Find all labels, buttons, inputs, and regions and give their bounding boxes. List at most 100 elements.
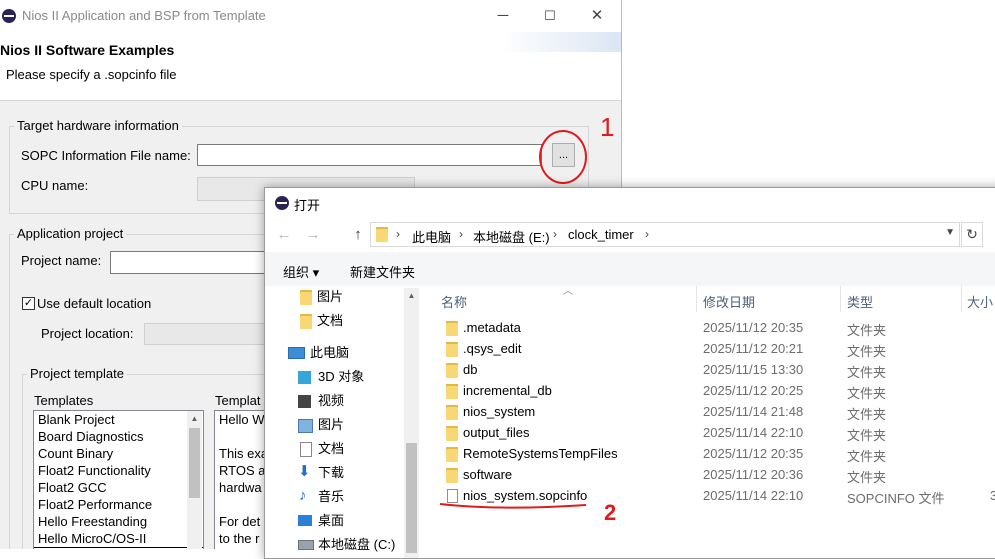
minimize-button[interactable]: ─ [480,0,526,32]
column-header-type[interactable]: 类型 [847,292,873,311]
wizard-title-bar: Nios II Application and BSP from Templat… [0,0,621,32]
column-divider[interactable] [961,286,962,312]
template-item[interactable]: Float2 GCC [34,479,203,496]
file-row[interactable]: .metadata 2025/11/12 20:35 文件夹 [421,318,995,339]
chevron-right-icon: › [553,227,557,241]
nav-item-desktop[interactable]: 桌面 [318,510,344,532]
column-divider[interactable] [840,286,841,312]
dialog-title: 打开 [294,198,321,213]
nav-item-music[interactable]: 音乐 [318,486,344,508]
nav-item-3d-objects[interactable]: 3D 对象 [318,366,364,388]
computer-icon [288,347,305,359]
column-divider[interactable] [696,286,697,312]
template-item[interactable]: Float2 Functionality [34,462,203,479]
file-row[interactable]: RemoteSystemsTempFiles 2025/11/12 20:35 … [421,444,995,465]
column-header-size[interactable]: 大小 [967,292,993,311]
file-row[interactable]: output_files 2025/11/14 22:10 文件夹 [421,423,995,444]
scroll-up-icon[interactable]: ▲ [187,411,202,426]
annotation-circle [539,130,587,184]
breadcrumb-item[interactable]: 此电脑 [412,227,451,246]
file-list: ︿ 名称 修改日期 类型 大小 .metadata 2025/11/12 20:… [421,286,995,558]
address-bar[interactable]: › 此电脑 › 本地磁盘 (E:) › clock_timer › ▼ [370,222,960,247]
template-item[interactable]: Blank Project [34,411,203,428]
nav-item-videos[interactable]: 视频 [318,390,344,412]
page-subtitle: Please specify a .sopcinfo file [6,67,177,82]
nav-item-downloads[interactable]: 下载 [318,462,344,484]
file-row[interactable]: software 2025/11/12 20:36 文件夹 [421,465,995,486]
navigation-pane: 图片 文档 此电脑 3D 对象 视频 图片 文档 ⬇ 下载 ♪ 音乐 桌面 本地… [265,286,421,558]
description-label: Templat [215,393,261,408]
breadcrumb-item[interactable]: 本地磁盘 (E:) [473,227,550,246]
template-item[interactable]: Float2 Performance [34,496,203,513]
file-type: 文件夹 [847,323,887,338]
wizard-header: Nios II Software Examples Please specify… [0,32,621,101]
file-size: 3 [990,488,995,503]
new-folder-button[interactable]: 新建文件夹 [350,262,415,281]
target-hardware-label: Target hardware information [14,118,182,133]
file-name: incremental_db [463,383,552,398]
refresh-icon[interactable]: ↻ [961,222,983,247]
use-default-location-checkbox[interactable]: ✓ [22,297,35,310]
picture-icon [298,419,313,433]
file-date: 2025/11/12 20:35 [703,320,804,335]
sopc-file-input[interactable] [197,144,542,166]
templates-scrollbar[interactable]: ▲ [187,411,202,549]
nav-item-pictures-quick[interactable]: 图片 [317,286,343,308]
file-date: 2025/11/14 22:10 [703,425,804,440]
template-item[interactable]: Hello MicroC/OS-II [34,530,203,548]
folder-icon [446,447,458,462]
column-header-name[interactable]: 名称 [441,292,467,311]
file-date: 2025/11/12 20:36 [703,467,804,482]
file-type: 文件夹 [847,386,887,401]
templates-list[interactable]: Blank Project Board Diagnostics Count Bi… [33,410,204,549]
folder-icon [446,384,458,399]
folder-icon [446,342,458,357]
wizard-title: Nios II Application and BSP from Templat… [22,8,266,23]
file-name: RemoteSystemsTempFiles [463,446,618,461]
file-date: 2025/11/12 20:35 [703,446,804,461]
scrollbar-thumb[interactable] [406,443,417,553]
up-arrow-icon[interactable]: ↑ [347,224,369,246]
document-icon [300,442,312,457]
file-name: .metadata [463,320,521,335]
nav-item-pictures[interactable]: 图片 [318,414,344,436]
column-header-date[interactable]: 修改日期 [703,292,755,311]
file-name: output_files [463,425,530,440]
organize-button[interactable]: 组织 ▾ [283,262,319,281]
template-item[interactable]: Hello Freestanding [34,513,203,530]
chevron-down-icon[interactable]: ▼ [945,227,955,238]
annotation-step-2: 2 [604,500,617,525]
file-type: 文件夹 [847,407,887,422]
file-name: .qsys_edit [463,341,522,356]
cpu-name-label: CPU name: [21,178,89,193]
download-icon: ⬇ [298,463,311,480]
file-row[interactable]: db 2025/11/15 13:30 文件夹 [421,360,995,381]
header-banner [501,32,621,52]
desktop-icon [298,515,312,526]
eclipse-icon [275,196,289,210]
nav-item-drive-c[interactable]: 本地磁盘 (C:) [318,534,395,556]
file-type: 文件夹 [847,344,887,359]
back-arrow-icon[interactable]: ← [273,224,295,246]
nav-scrollbar[interactable]: ▲ [404,288,419,558]
template-item[interactable]: Count Binary [34,445,203,462]
file-type: SOPCINFO 文件 [847,491,945,506]
close-button[interactable]: ✕ [574,0,620,32]
nav-item-documents-quick[interactable]: 文档 [317,310,343,332]
file-row[interactable]: .qsys_edit 2025/11/12 20:21 文件夹 [421,339,995,360]
nav-item-this-pc[interactable]: 此电脑 [310,342,349,364]
file-row[interactable]: incremental_db 2025/11/12 20:25 文件夹 [421,381,995,402]
file-row[interactable]: nios_system 2025/11/14 21:48 文件夹 [421,402,995,423]
maximize-button[interactable]: ☐ [527,0,573,32]
template-item[interactable]: Board Diagnostics [34,428,203,445]
forward-arrow-icon[interactable]: → [302,224,324,246]
command-bar: 组织 ▾ 新建文件夹 [265,252,995,287]
scroll-up-icon[interactable]: ▲ [404,288,419,303]
scrollbar-thumb[interactable] [189,428,200,498]
file-type: 文件夹 [847,365,887,380]
nav-item-documents[interactable]: 文档 [318,438,344,460]
dialog-title-bar: 打开 [265,188,995,218]
eclipse-icon [2,9,16,23]
chevron-right-icon: › [645,227,649,241]
breadcrumb-item[interactable]: clock_timer [568,227,634,242]
